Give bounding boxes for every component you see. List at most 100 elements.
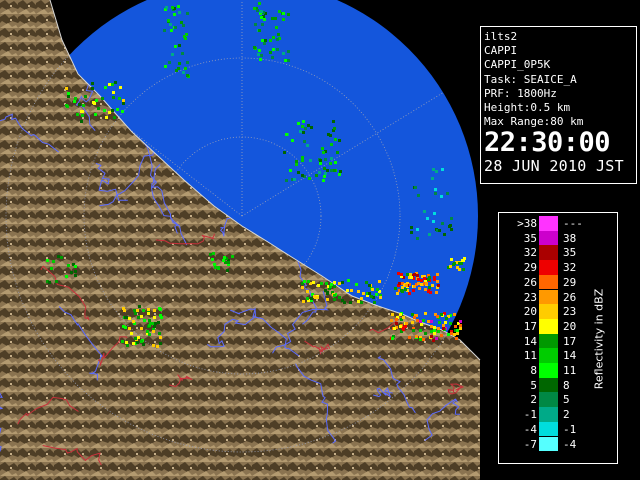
echo-pixel <box>301 125 304 128</box>
echo-pixel <box>412 329 415 332</box>
echo-pixel <box>74 270 77 273</box>
echo-pixel <box>132 342 135 345</box>
echo-pixel <box>186 12 189 15</box>
echo-pixel <box>371 288 374 291</box>
echo-pixel <box>375 293 378 296</box>
echo-pixel <box>140 340 143 343</box>
echo-pixel <box>163 29 166 32</box>
legend-title: Reflectivity in dBZ <box>592 288 606 390</box>
echo-pixel <box>153 309 156 312</box>
echo-pixel <box>52 260 55 263</box>
echo-pixel <box>312 281 315 284</box>
echo-pixel <box>404 288 407 291</box>
echo-pixel <box>317 284 320 287</box>
echo-pixel <box>333 285 336 288</box>
echo-pixel <box>65 275 68 278</box>
echo-pixel <box>293 178 296 181</box>
legend-swatch <box>539 363 558 378</box>
legend-upper-bound: -1 <box>563 422 577 436</box>
echo-pixel <box>322 151 325 154</box>
echo-pixel <box>272 36 275 39</box>
echo-pixel <box>301 159 304 162</box>
echo-pixel <box>398 282 401 285</box>
echo-pixel <box>182 71 185 74</box>
echo-pixel <box>181 52 184 55</box>
echo-pixel <box>416 237 419 240</box>
echo-pixel <box>459 327 462 330</box>
echo-pixel <box>91 87 94 90</box>
echo-pixel <box>406 273 409 276</box>
echo-pixel <box>231 255 234 258</box>
echo-pixel <box>411 321 414 324</box>
legend-lower-bound: 35 <box>523 231 537 245</box>
echo-pixel <box>263 42 266 45</box>
echo-pixel <box>428 286 431 289</box>
echo-pixel <box>295 160 298 163</box>
reflectivity-legend: >38 --- 35 38 32 35 29 32 26 29 23 26 20 23 17 20 14 17 11… <box>498 212 618 464</box>
echo-pixel <box>405 284 408 287</box>
echo-pixel <box>186 74 189 77</box>
echo-pixel <box>159 336 162 339</box>
legend-swatch <box>539 421 558 437</box>
echo-pixel <box>438 229 441 232</box>
echo-pixel <box>183 35 186 38</box>
echo-pixel <box>397 272 400 275</box>
echo-pixel <box>80 120 83 123</box>
echo-pixel <box>440 334 443 337</box>
echo-pixel <box>395 322 398 325</box>
echo-pixel <box>223 256 226 259</box>
echo-pixel <box>178 11 181 14</box>
echo-pixel <box>46 259 49 262</box>
echo-pixel <box>316 296 319 299</box>
echo-pixel <box>395 318 398 321</box>
echo-pixel <box>438 321 441 324</box>
legend-upper-bound: 32 <box>563 261 577 275</box>
echo-pixel <box>460 262 463 265</box>
echo-pixel <box>433 326 436 329</box>
legend-upper-bound: 38 <box>563 231 577 245</box>
echo-pixel <box>449 265 452 268</box>
echo-pixel <box>154 322 157 325</box>
echo-pixel <box>419 338 422 341</box>
echo-pixel <box>402 328 405 331</box>
echo-pixel <box>76 113 79 116</box>
echo-pixel <box>422 338 425 341</box>
echo-pixel <box>430 325 433 328</box>
product-code: CAPPI_0P5K <box>484 58 551 72</box>
echo-pixel <box>338 296 341 299</box>
echo-pixel <box>410 276 413 279</box>
echo-pixel <box>260 54 263 57</box>
echo-pixel <box>456 329 459 332</box>
echo-pixel <box>213 263 216 266</box>
legend-lower-bound: >38 <box>517 217 537 230</box>
echo-pixel <box>325 282 328 285</box>
echo-pixel <box>338 139 341 142</box>
echo-pixel <box>411 313 414 316</box>
echo-pixel <box>309 159 312 162</box>
echo-pixel <box>310 126 313 129</box>
legend-row: -4 -1 <box>499 421 617 437</box>
echo-pixel <box>282 18 285 21</box>
echo-pixel <box>306 290 309 293</box>
echo-pixel <box>123 309 126 312</box>
echo-pixel <box>169 23 172 26</box>
echo-pixel <box>329 162 332 165</box>
echo-pixel <box>445 317 448 320</box>
echo-pixel <box>420 279 423 282</box>
echo-pixel <box>436 273 439 276</box>
echo-pixel <box>450 228 453 231</box>
echo-pixel <box>394 287 397 290</box>
echo-pixel <box>409 273 412 276</box>
echo-pixel <box>446 192 449 195</box>
echo-pixel <box>103 109 106 112</box>
echo-pixel <box>291 139 294 142</box>
echo-pixel <box>258 29 261 32</box>
echo-pixel <box>302 131 305 134</box>
echo-pixel <box>275 26 278 29</box>
legend-lower-bound: 26 <box>523 275 537 289</box>
echo-pixel <box>164 65 167 68</box>
echo-pixel <box>133 309 136 312</box>
echo-pixel <box>149 322 152 325</box>
echo-pixel <box>70 271 73 274</box>
legend-row: -1 2 <box>499 407 617 422</box>
